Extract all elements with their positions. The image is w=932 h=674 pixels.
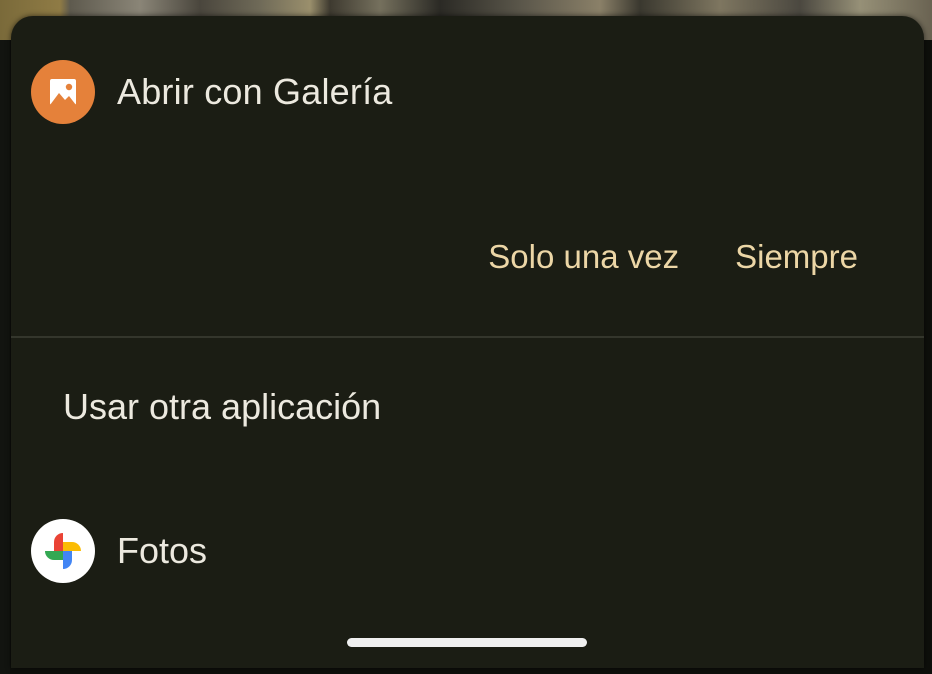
app-option-label: Fotos [117, 530, 208, 571]
just-once-button[interactable]: Solo una vez [488, 238, 679, 276]
gallery-icon [31, 60, 95, 124]
app-option-fotos[interactable]: Fotos [31, 519, 207, 583]
use-other-app-heading: Usar otra aplicación [63, 386, 382, 427]
background-edge [0, 40, 10, 674]
dialog-title: Abrir con Galería [117, 71, 393, 112]
google-photos-icon [31, 519, 95, 583]
action-buttons: Solo una vez Siempre [488, 238, 858, 276]
default-app-header: Abrir con Galería [31, 60, 393, 124]
always-button[interactable]: Siempre [735, 238, 858, 276]
divider [11, 336, 924, 338]
open-with-bottom-sheet: Abrir con Galería Solo una vez Siempre U… [11, 16, 924, 668]
home-indicator-bar[interactable] [347, 638, 587, 647]
screen: Abrir con Galería Solo una vez Siempre U… [0, 0, 932, 674]
